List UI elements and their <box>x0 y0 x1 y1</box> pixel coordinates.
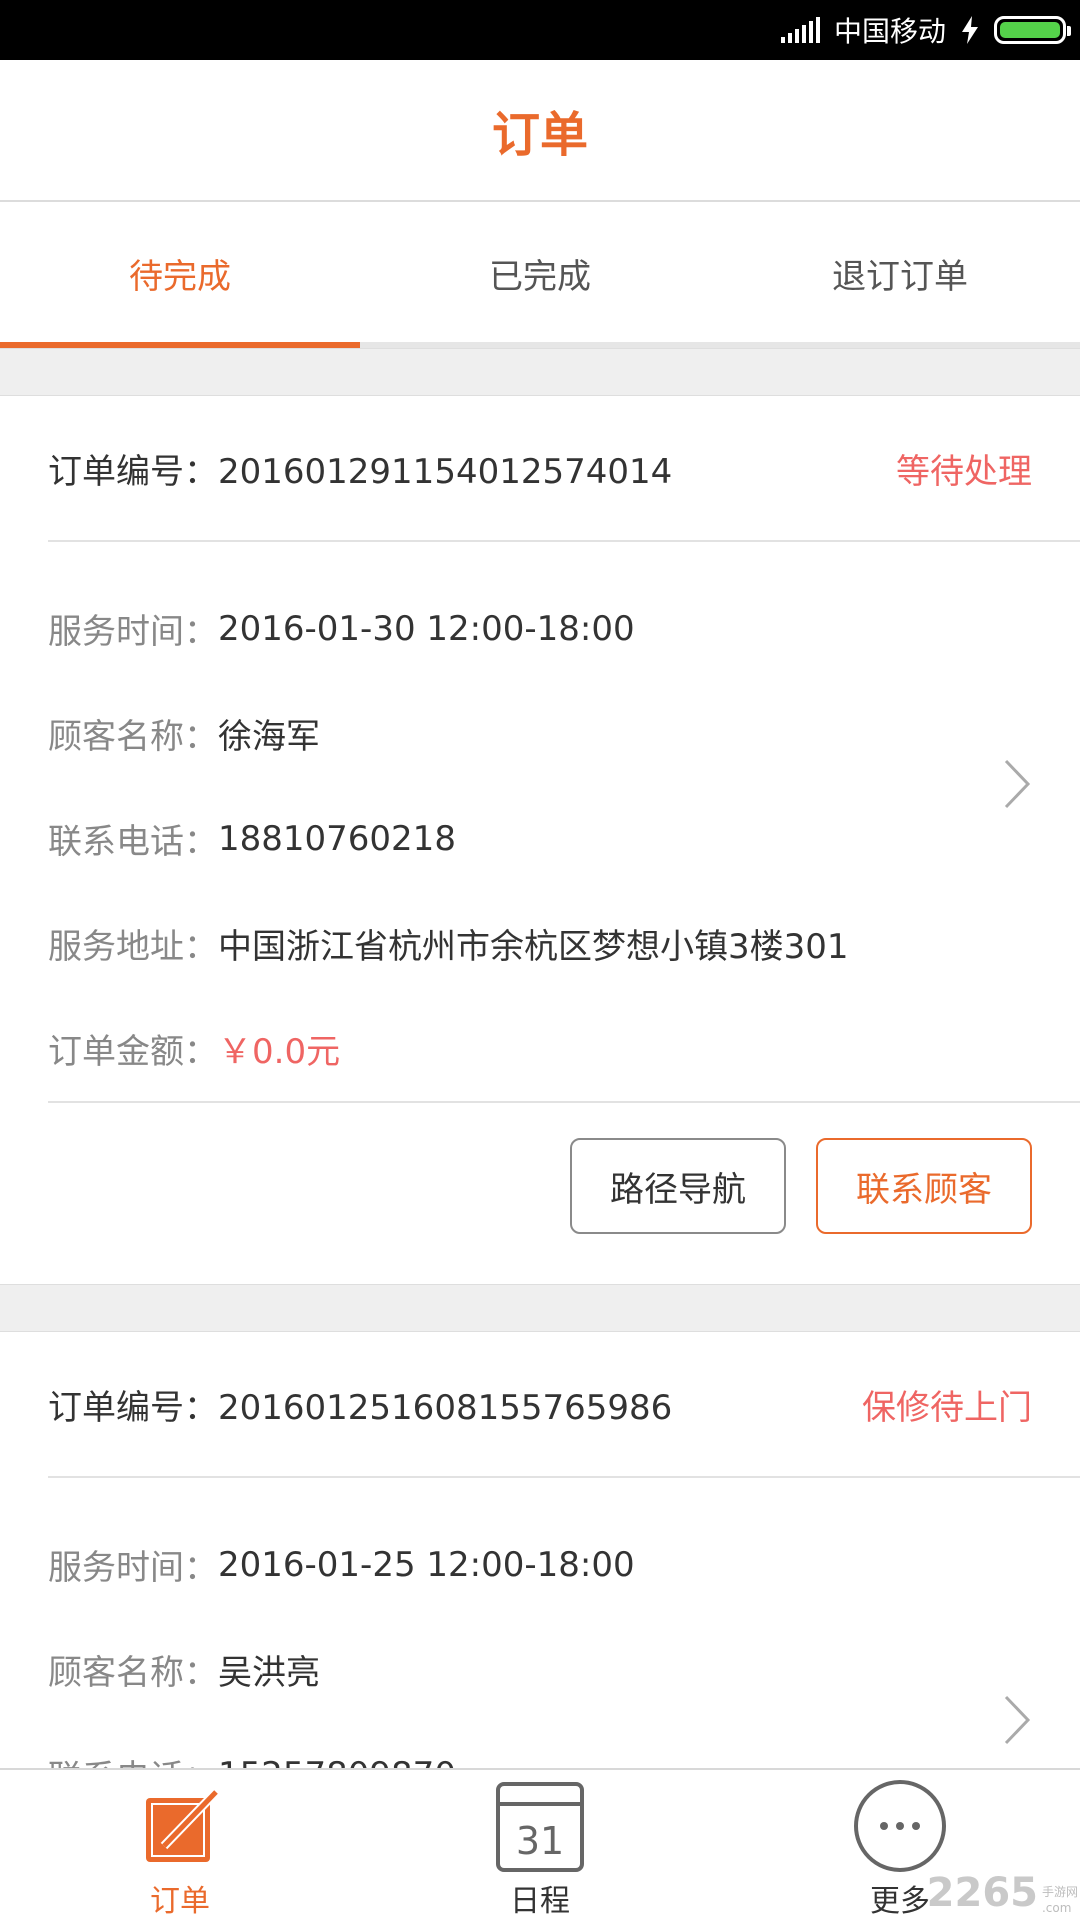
page-title: 订单 <box>491 107 588 163</box>
phone-label: 联系电话： <box>48 822 218 862</box>
customer-name-row: 顾客名称： 吴洪亮 <box>48 1617 1080 1722</box>
order-number-row: 订单编号：201601251608155765986 <box>48 1380 672 1429</box>
calendar-day: 31 <box>516 1819 564 1863</box>
amount-value: ￥0.0元 <box>218 1032 341 1072</box>
chevron-right-icon[interactable] <box>1002 757 1032 811</box>
amount-label: 订单金额： <box>48 1032 218 1072</box>
bottom-navigation: 订单 31 日程 更多 <box>0 1768 1080 1920</box>
tab-cancelled[interactable]: 退订订单 <box>720 204 1080 342</box>
nav-item-orders[interactable]: 订单 <box>0 1770 360 1920</box>
order-card[interactable]: 订单编号：201601251608155765986 保修待上门 服务时间： 20… <box>0 1332 1080 1768</box>
order-status: 等待处理 <box>896 451 1032 492</box>
nav-label-more: 更多 <box>870 1884 930 1919</box>
signal-icon <box>780 17 820 43</box>
status-bar-right: 中国移动 <box>780 0 1071 60</box>
customer-name-value: 徐海军 <box>218 717 320 757</box>
watermark-side: 手游网 .com <box>1042 1884 1078 1916</box>
address-label: 服务地址： <box>48 927 218 967</box>
customer-name-label: 顾客名称： <box>48 717 218 757</box>
order-number: 201601291154012574014 <box>218 451 673 492</box>
status-bar: 中国移动 <box>0 0 1080 60</box>
calendar-icon: 31 <box>496 1782 584 1872</box>
order-number-label: 订单编号： <box>48 451 218 492</box>
service-time-label: 服务时间： <box>48 612 218 652</box>
watermark-bottom: .com <box>1041 1901 1072 1915</box>
list-divider <box>0 1284 1080 1332</box>
contact-customer-button[interactable]: 联系顾客 <box>816 1138 1032 1234</box>
phone-row: 联系电话： 18810760218 <box>48 786 1080 891</box>
route-navigation-button[interactable]: 路径导航 <box>570 1138 786 1234</box>
watermark: 2265 手游网 .com <box>927 1866 1078 1916</box>
address-row: 服务地址： 中国浙江省杭州市余杭区梦想小镇3楼301 <box>48 891 1080 996</box>
order-number-row: 订单编号：201601291154012574014 <box>48 444 672 493</box>
service-time-label: 服务时间： <box>48 1548 218 1588</box>
order-card[interactable]: 订单编号：201601291154012574014 等待处理 服务时间： 201… <box>0 396 1080 1284</box>
chevron-right-icon[interactable] <box>1002 1693 1032 1747</box>
tab-completed[interactable]: 已完成 <box>360 204 720 342</box>
nav-item-schedule[interactable]: 31 日程 <box>360 1770 720 1920</box>
carrier-name: 中国移动 <box>833 15 946 48</box>
list-divider <box>0 348 1080 396</box>
nav-label-orders: 订单 <box>150 1884 210 1919</box>
amount-row: 订单金额： ￥0.0元 <box>48 996 1080 1101</box>
service-time-row: 服务时间： 2016-01-25 12:00-18:00 <box>48 1512 1080 1617</box>
customer-name-value: 吴洪亮 <box>218 1653 320 1693</box>
order-header: 订单编号：201601291154012574014 等待处理 <box>48 396 1080 542</box>
battery-icon <box>994 16 1071 44</box>
phone-value: 15257809870 <box>218 1755 456 1769</box>
customer-name-row: 顾客名称： 徐海军 <box>48 681 1080 786</box>
service-time-value: 2016-01-30 12:00-18:00 <box>218 608 635 649</box>
order-number-label: 订单编号： <box>48 1387 218 1428</box>
order-details[interactable]: 服务时间： 2016-01-30 12:00-18:00 顾客名称： 徐海军 联系电… <box>48 542 1080 1101</box>
phone-row: 联系电话：15257809870 <box>48 1722 1080 1769</box>
charging-icon <box>962 16 978 44</box>
address-value: 中国浙江省杭州市余杭区梦想小镇3楼301 <box>218 927 849 967</box>
watermark-number: 2265 <box>926 1870 1038 1916</box>
watermark-top: 手游网 <box>1041 1885 1078 1899</box>
order-tabs: 待完成 已完成 退订订单 <box>0 204 1080 348</box>
order-details[interactable]: 服务时间：2016-01-25 12:00-18:00 顾客名称：吴洪亮 联系电… <box>48 1478 1080 1768</box>
service-time-value: 2016-01-25 12:00-18:00 <box>218 1544 635 1585</box>
service-time-row: 服务时间： 2016-01-30 12:00-18:00 <box>48 576 1080 681</box>
customer-name-label: 顾客名称： <box>48 1653 218 1693</box>
order-header: 订单编号：201601251608155765986 保修待上门 <box>48 1332 1080 1478</box>
phone-label: 联系电话： <box>48 1750 218 1768</box>
nav-label-schedule: 日程 <box>510 1884 570 1919</box>
tab-pending[interactable]: 待完成 <box>0 204 360 348</box>
order-number: 201601251608155765986 <box>218 1387 673 1428</box>
phone-value: 18810760218 <box>218 818 456 859</box>
order-status: 保修待上门 <box>862 1387 1032 1428</box>
more-icon <box>854 1780 946 1872</box>
page-header: 订单 <box>0 60 1080 202</box>
edit-order-icon <box>146 1788 220 1862</box>
order-actions: 路径导航 联系顾客 <box>48 1101 1080 1269</box>
